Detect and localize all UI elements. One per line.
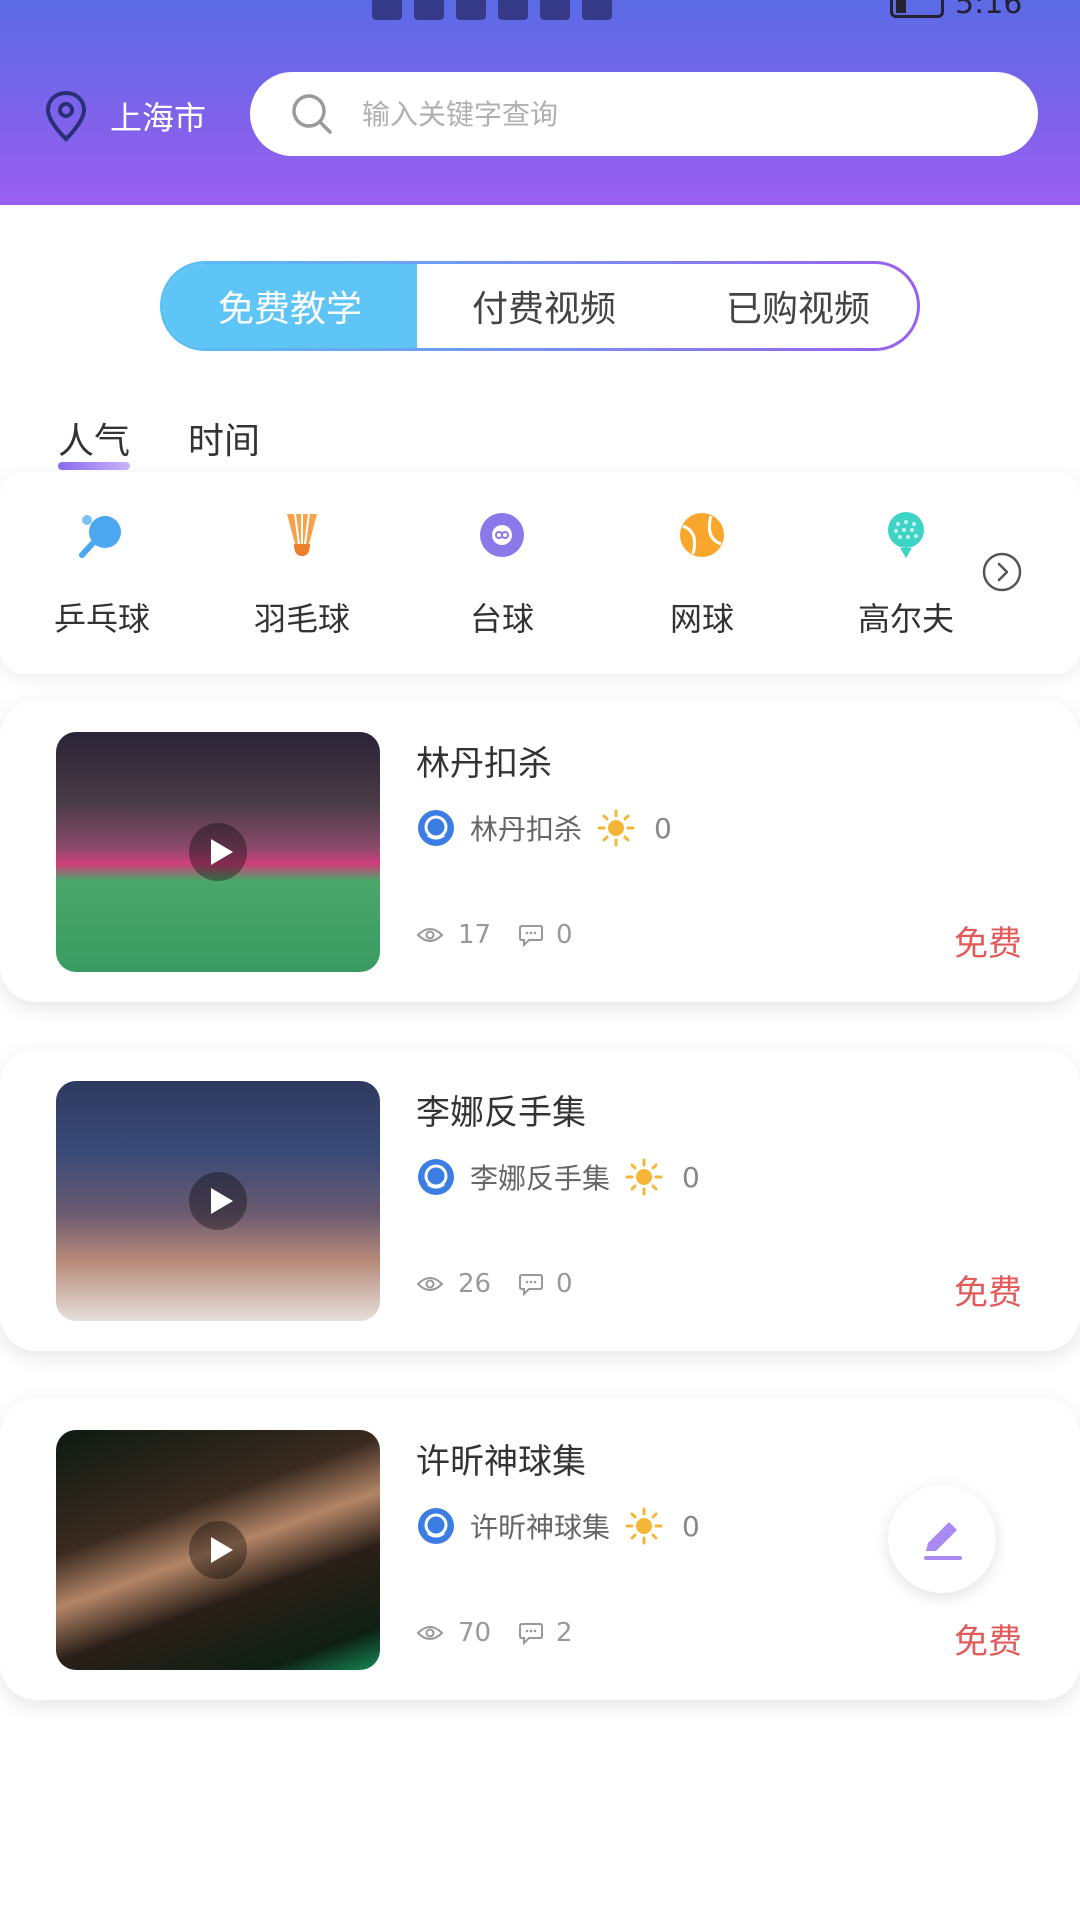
location-selector[interactable]: 上海市 <box>44 90 206 142</box>
category-label: 网球 <box>669 600 734 638</box>
status-time: 5:16 <box>955 0 1023 21</box>
category-badminton[interactable]: 羽毛球 <box>232 510 372 640</box>
category-label: 乒乓球 <box>53 600 150 638</box>
comment-icon <box>519 1623 543 1646</box>
author-name: 许昕神球集 <box>470 1511 611 1544</box>
video-title: 李娜反手集 <box>416 1093 586 1133</box>
chevron-right-icon[interactable] <box>982 552 1022 592</box>
tab-time-label: 时间 <box>188 421 261 462</box>
category-label: 台球 <box>469 600 534 638</box>
video-thumbnail[interactable] <box>56 732 380 972</box>
video-thumbnail[interactable] <box>56 1430 380 1670</box>
compose-button[interactable] <box>888 1485 996 1593</box>
category-label: 羽毛球 <box>253 600 350 638</box>
app-notification-icon <box>498 0 528 20</box>
comment-icon <box>519 925 543 948</box>
comment-icon <box>519 1274 543 1297</box>
status-bar: 5:16 <box>0 0 1080 22</box>
author-row: 许昕神球集 0 <box>416 1506 700 1546</box>
price-label: 免费 <box>954 924 1022 964</box>
search-input[interactable] <box>360 96 1004 132</box>
shuttlecock-icon <box>287 513 317 556</box>
video-title: 林丹扣杀 <box>416 744 552 784</box>
wifi-icon <box>456 0 486 20</box>
tab-time[interactable]: 时间 <box>188 412 260 464</box>
segment-container: 免费教学 付费视频 已购视频 <box>163 264 917 348</box>
author-name: 林丹扣杀 <box>470 813 583 846</box>
author-avatar-icon <box>418 1508 454 1544</box>
tennis-ball-icon <box>680 513 724 557</box>
eye-icon <box>416 1626 444 1640</box>
view-count: 70 <box>458 1618 492 1648</box>
bulb-icon <box>582 0 612 20</box>
video-type-segmented-control: 免费教学 付费视频 已购视频 <box>160 261 920 351</box>
video-title: 许昕神球集 <box>416 1442 586 1482</box>
video-stats: 70 2 <box>416 1618 573 1648</box>
category-golf[interactable]: 高尔夫 <box>836 510 976 640</box>
view-count: 26 <box>458 1269 492 1299</box>
video-card[interactable]: 林丹扣杀 林丹扣杀 0 17 0 免费 <box>0 700 1080 1002</box>
message-icon <box>540 0 570 20</box>
eye-icon <box>416 928 444 942</box>
author-avatar-icon <box>418 810 454 846</box>
play-icon[interactable] <box>189 1172 247 1230</box>
sun-icon <box>625 1507 663 1545</box>
segment-purchased-videos[interactable]: 已购视频 <box>671 264 917 348</box>
active-tab-indicator <box>58 462 130 470</box>
category-ping-pong[interactable]: 乒乓球 <box>32 510 172 640</box>
category-billiards[interactable]: 台球 <box>432 510 572 640</box>
author-row: 林丹扣杀 0 <box>416 808 672 848</box>
location-pin-icon <box>45 90 87 142</box>
battery-icon <box>890 0 944 18</box>
header: 5:16 上海市 <box>0 0 1080 205</box>
sun-icon <box>625 1158 663 1196</box>
video-thumbnail[interactable] <box>56 1081 380 1321</box>
signal-icon <box>414 0 444 20</box>
score-value: 0 <box>682 1509 700 1543</box>
play-icon[interactable] <box>189 823 247 881</box>
comment-count: 0 <box>556 1269 573 1299</box>
hd-icon <box>372 0 402 20</box>
category-tennis[interactable]: 网球 <box>632 510 772 640</box>
location-label: 上海市 <box>110 99 207 137</box>
price-label: 免费 <box>954 1273 1022 1313</box>
comment-count: 2 <box>556 1618 573 1648</box>
comment-count: 0 <box>556 920 573 950</box>
pencil-icon <box>924 1522 962 1560</box>
ping-pong-icon <box>79 515 121 558</box>
tab-popularity[interactable]: 人气 <box>58 412 131 470</box>
play-icon[interactable] <box>189 1521 247 1579</box>
segment-free-teaching[interactable]: 免费教学 <box>163 264 417 348</box>
tab-popularity-label: 人气 <box>58 421 131 462</box>
sun-icon <box>597 809 635 847</box>
status-icons <box>372 0 612 20</box>
segment-paid-videos[interactable]: 付费视频 <box>417 264 671 348</box>
search-bar[interactable] <box>250 72 1038 156</box>
category-label: 高尔夫 <box>857 600 954 638</box>
author-name: 李娜反手集 <box>470 1162 611 1195</box>
author-row: 李娜反手集 0 <box>416 1157 700 1197</box>
billiards-icon <box>480 513 524 557</box>
video-stats: 17 0 <box>416 920 573 950</box>
category-strip: 乒乓球 羽毛球 台球 网球 高尔夫 <box>0 472 1080 674</box>
view-count: 17 <box>458 920 492 950</box>
score-value: 0 <box>654 811 672 845</box>
price-label: 免费 <box>954 1622 1022 1662</box>
author-avatar-icon <box>418 1159 454 1195</box>
search-icon <box>292 94 332 134</box>
sort-tabs: 人气 时间 <box>58 412 260 470</box>
eye-icon <box>416 1277 444 1291</box>
golf-icon <box>888 512 924 558</box>
video-card[interactable]: 李娜反手集 李娜反手集 0 26 0 免费 <box>0 1049 1080 1351</box>
video-stats: 26 0 <box>416 1269 573 1299</box>
score-value: 0 <box>682 1160 700 1194</box>
